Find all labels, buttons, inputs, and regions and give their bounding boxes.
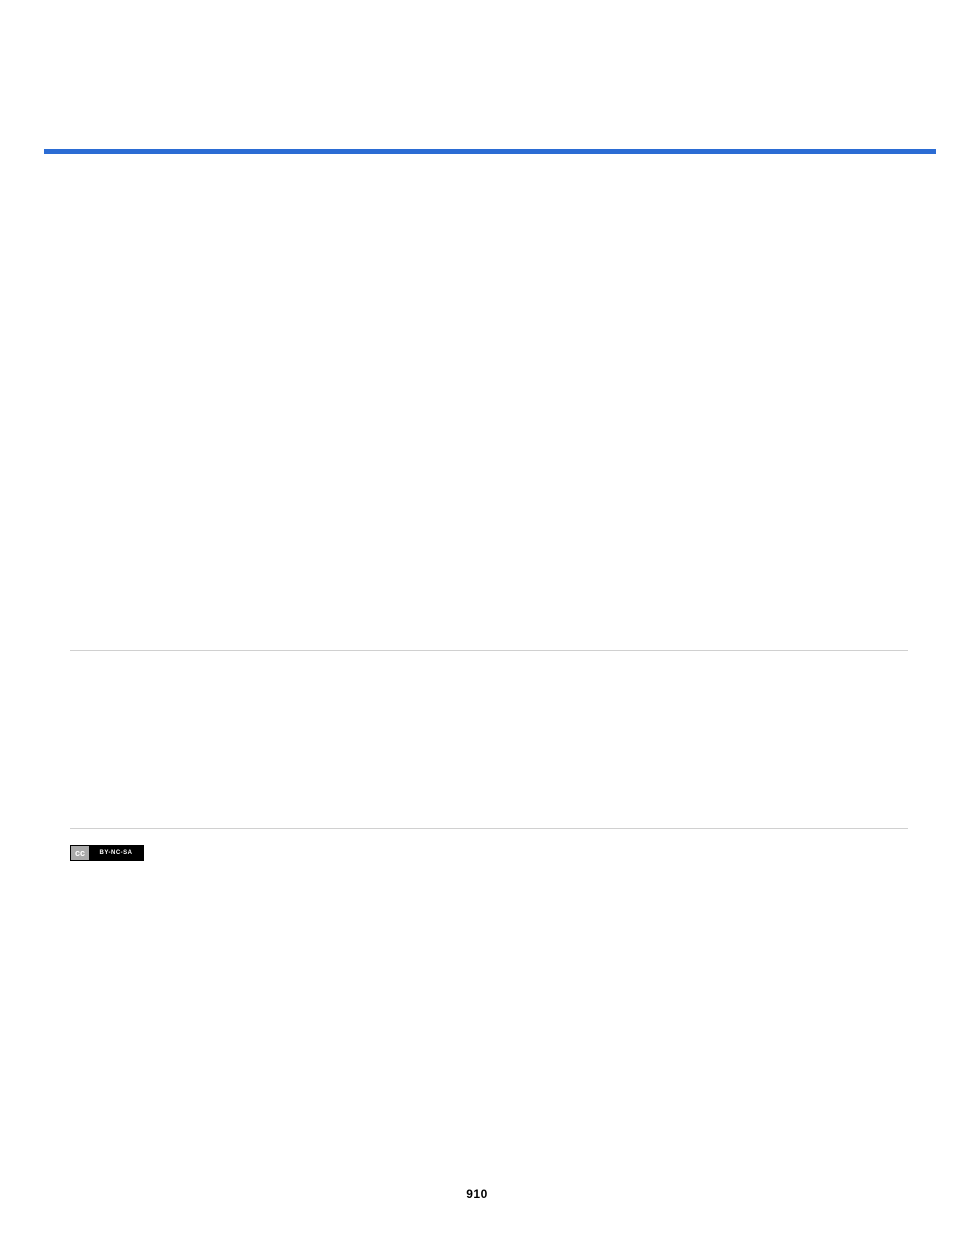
- cc-terms-part: BY-NC-SA: [89, 846, 143, 860]
- cc-terms-text: BY-NC-SA: [99, 850, 132, 856]
- cc-logo-part: cc: [71, 846, 89, 860]
- divider-rule-upper: [70, 650, 908, 651]
- divider-rule-lower: [70, 828, 908, 829]
- page-number: 910: [0, 1187, 954, 1201]
- header-rule: [44, 149, 936, 154]
- cc-license-badge: cc BY-NC-SA: [70, 845, 144, 861]
- cc-logo-text: cc: [75, 849, 85, 858]
